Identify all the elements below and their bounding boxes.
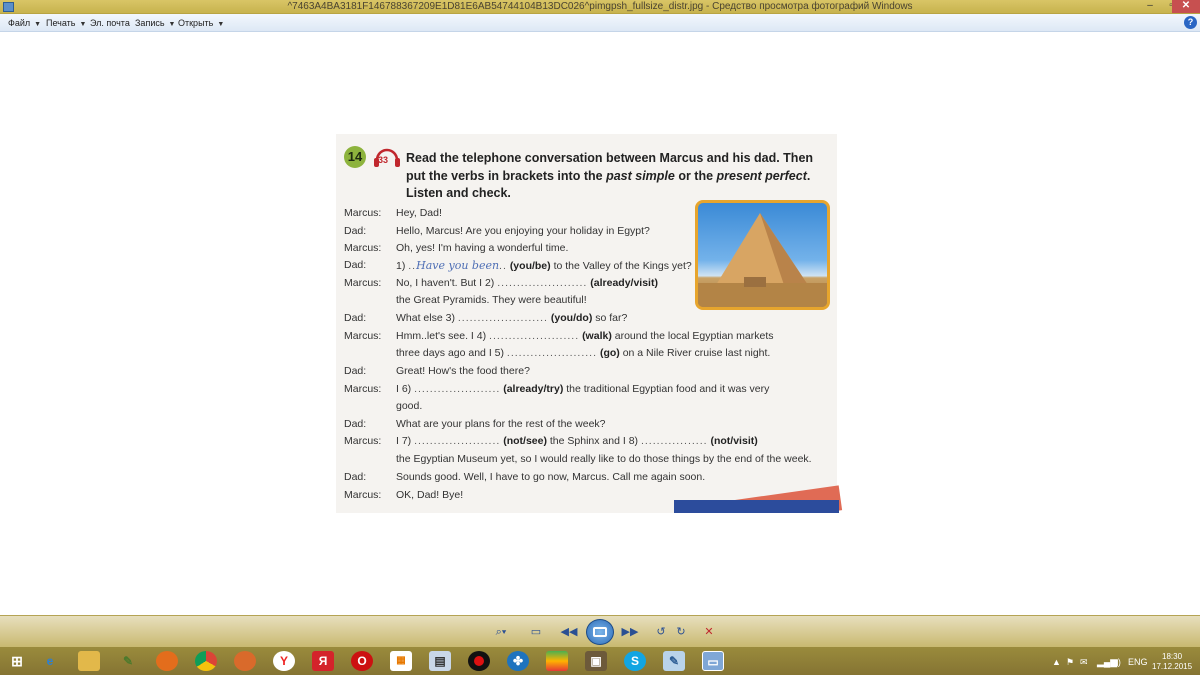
apps-grid-icon[interactable]: ▦ <box>390 651 412 671</box>
dialogue-line: the Egyptian Museum yet, so I would real… <box>396 453 812 465</box>
slideshow-button[interactable] <box>586 619 614 645</box>
close-button[interactable]: ✕ <box>1172 0 1200 13</box>
sound-icon[interactable]: ✉ <box>1080 657 1088 668</box>
notes-icon[interactable]: ✎ <box>663 651 685 671</box>
handwritten-answer: Have you been <box>416 259 500 272</box>
dialogue-line: Dad: Sounds good. Well, I have to go now,… <box>344 471 706 483</box>
menu-open[interactable]: Открыть ▼ <box>178 18 224 28</box>
track-number: 33 <box>378 155 389 165</box>
media-player-icon[interactable] <box>468 651 490 671</box>
package-icon[interactable]: ▣ <box>585 651 607 671</box>
internet-explorer-icon[interactable]: e <box>39 651 61 671</box>
menu-file[interactable]: Файл ▼ <box>8 18 41 28</box>
dialogue-line: Dad: What else 3) .......................… <box>344 312 628 324</box>
exercise-instruction: Read the telephone conversation between … <box>406 151 814 200</box>
volume-icon[interactable]: ◀) <box>1111 657 1121 668</box>
dialogue-line: Dad: What are your plans for the rest of … <box>344 418 606 430</box>
chevron-down-icon: ▼ <box>217 21 225 28</box>
dialogue-line: Marcus: I 6) ...................... (alre… <box>344 383 770 395</box>
dialogue-line: Dad: Great! How's the food there? <box>344 365 530 377</box>
chrome-icon[interactable] <box>195 651 217 671</box>
zoom-icon[interactable]: ⌕▾ <box>490 624 512 640</box>
dialogue-line: Marcus: OK, Dad! Bye! <box>344 489 464 501</box>
rotate-left-icon[interactable]: ↺ <box>654 624 668 640</box>
menu-bar: Файл ▼ Печать ▼ Эл. почта Запись ▼ Открыть ▼… <box>0 14 1200 32</box>
dialogue-line: Marcus: No, I haven't. But I 2) .........… <box>344 277 658 289</box>
skype-icon[interactable]: S <box>624 651 646 671</box>
dialogue-line: three days ago and I 5) ................… <box>396 347 771 359</box>
chevron-down-icon: ▼ <box>168 21 176 28</box>
flag-icon[interactable]: ⚑ <box>1066 657 1074 668</box>
bluestacks-icon[interactable] <box>546 651 568 671</box>
network-icon[interactable]: ✤ <box>507 651 529 671</box>
dialogue-line: the Great Pyramids. They were beautiful! <box>396 294 587 306</box>
tray-arrow-icon[interactable]: ▲ <box>1052 657 1061 667</box>
menu-email[interactable]: Эл. почта <box>90 18 130 28</box>
windows-start-icon[interactable]: ⊞ <box>6 651 28 671</box>
previous-icon[interactable]: ◀◀ <box>558 624 580 640</box>
firefox-alt-icon[interactable] <box>234 651 256 671</box>
minimize-button[interactable]: – <box>1139 0 1161 13</box>
chevron-down-icon: ▼ <box>79 21 87 28</box>
help-button[interactable]: ? <box>1184 16 1197 29</box>
clock[interactable]: 18:30 17.12.2015 <box>1152 652 1192 672</box>
file-explorer-icon[interactable] <box>78 651 100 671</box>
language-indicator[interactable]: ENG <box>1128 657 1148 667</box>
dialogue-line: good. <box>396 400 423 412</box>
rotate-right-icon[interactable]: ↻ <box>674 624 688 640</box>
firefox-icon[interactable] <box>156 651 178 671</box>
actual-size-icon[interactable]: ▭ <box>528 624 544 640</box>
exercise-number: 14 <box>344 146 366 168</box>
dialogue-line: Dad: 1) ..Have you been.. (you/be) to the… <box>344 259 692 272</box>
dialogue-line: Marcus: I 7) ...................... (not/… <box>344 435 758 447</box>
menu-print[interactable]: Печать ▼ <box>46 18 86 28</box>
dialogue-line: Marcus: Oh, yes! I'm having a wonderful t… <box>344 242 569 254</box>
menu-burn[interactable]: Запись ▼ <box>135 18 175 28</box>
displayed-photo: 14 33 Read the telephone conversation be… <box>336 134 865 513</box>
pyramid-photo <box>695 200 830 310</box>
window-title: ^7463A4BA3181F146788367209E1D81E6AB54744… <box>287 1 913 12</box>
yandex-browser-icon[interactable]: Y <box>273 651 295 671</box>
photo-viewer-task-icon[interactable]: ▭ <box>702 651 724 671</box>
dialogue-line: Marcus: Hey, Dad! <box>344 207 442 219</box>
dialogue-line: Marcus: Hmm..let's see. I 4) ............… <box>344 330 774 342</box>
dialogue-line: Dad: Hello, Marcus! Are you enjoying your… <box>344 225 650 237</box>
calculator-icon[interactable]: ▤ <box>429 651 451 671</box>
chevron-down-icon: ▼ <box>34 21 42 28</box>
next-icon[interactable]: ▶▶ <box>619 624 641 640</box>
yandex-icon[interactable]: Я <box>312 651 334 671</box>
brush-icon[interactable]: ✎ <box>117 651 139 671</box>
opera-icon[interactable]: O <box>351 651 373 671</box>
delete-icon[interactable]: ✕ <box>702 624 716 640</box>
title-bar: ^7463A4BA3181F146788367209E1D81E6AB54744… <box>0 0 1200 14</box>
